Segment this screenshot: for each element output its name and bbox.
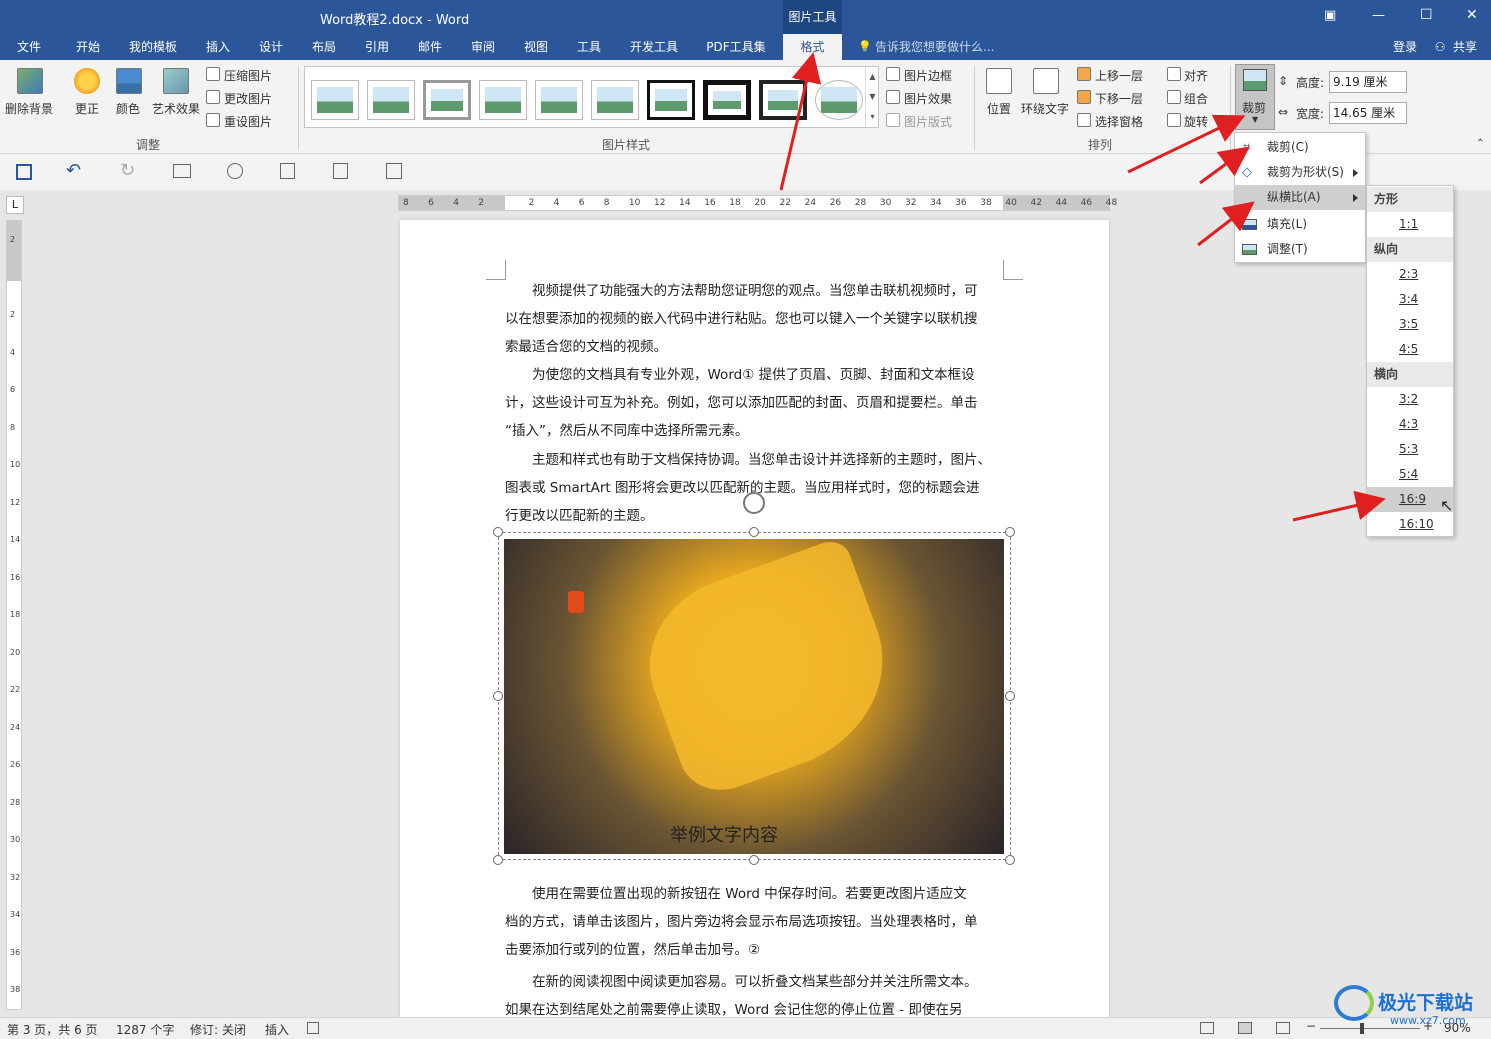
macro-icon[interactable] <box>307 1022 319 1034</box>
page-count[interactable]: 第 3 页，共 6 页 <box>7 1021 98 1038</box>
watermark-name: 极光下载站 <box>1378 992 1474 1014</box>
status-bar: 第 3 页，共 6 页 1287 个字 修订: 关闭 插入 − + 90% <box>0 1017 1491 1039</box>
zoom-slider-thumb[interactable] <box>1360 1023 1364 1034</box>
zoom-slider[interactable] <box>1320 1028 1420 1029</box>
read-mode-view-icon[interactable] <box>1200 1022 1214 1034</box>
annotation-arrow <box>1197 201 1255 247</box>
watermark-url: www.xz7.com <box>1390 1014 1466 1027</box>
annotation-arrows <box>779 52 1386 522</box>
watermark-logo-icon <box>1334 985 1374 1021</box>
web-layout-view-icon[interactable] <box>1276 1022 1290 1034</box>
annotation-arrow <box>779 52 822 191</box>
print-layout-view-icon[interactable] <box>1238 1022 1252 1034</box>
zoom-out-icon[interactable]: − <box>1306 1019 1316 1033</box>
annotation-arrow <box>1127 114 1246 174</box>
track-changes-status[interactable]: 修订: 关闭 <box>190 1021 246 1038</box>
annotation-arrow <box>1292 490 1386 522</box>
insert-mode[interactable]: 插入 <box>265 1021 289 1038</box>
word-count[interactable]: 1287 个字 <box>116 1021 174 1038</box>
annotation-arrow <box>1199 146 1250 185</box>
